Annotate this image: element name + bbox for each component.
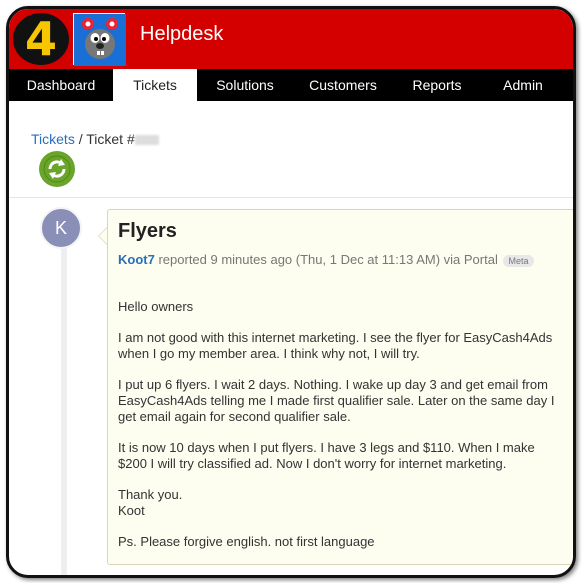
app-title: Helpdesk bbox=[140, 23, 224, 45]
app-window: 4 Helpdesk Dashboard Tickets Solutions C… bbox=[6, 6, 576, 578]
mascot-logo-icon bbox=[73, 13, 126, 66]
message-paragraph: Thank you. bbox=[118, 487, 183, 502]
main-nav: Dashboard Tickets Solutions Customers Re… bbox=[9, 69, 573, 101]
logo-text: 4 bbox=[24, 12, 57, 66]
ticket-number-redacted bbox=[134, 135, 159, 146]
nav-dashboard[interactable]: Dashboard bbox=[9, 69, 113, 101]
message-paragraph: I put up 6 flyers. I wait 2 days. Nothin… bbox=[118, 377, 555, 424]
message-paragraph: Hello owners bbox=[118, 299, 194, 314]
breadcrumb: Tickets / Ticket # bbox=[31, 131, 159, 147]
ticket-meta: Koot7 reported 9 minutes ago (Thu, 1 Dec… bbox=[118, 252, 534, 267]
message-paragraph: Koot bbox=[118, 503, 145, 518]
ticket-subject: Flyers bbox=[118, 220, 177, 242]
message-paragraph: I am not good with this internet marketi… bbox=[118, 330, 553, 361]
thread-divider bbox=[9, 197, 573, 198]
nav-customers[interactable]: Customers bbox=[293, 69, 393, 101]
refresh-icon[interactable] bbox=[39, 151, 75, 187]
nav-reports[interactable]: Reports bbox=[393, 69, 481, 101]
logo-4[interactable]: 4 bbox=[13, 13, 69, 65]
message-paragraph: It is now 10 days when I put flyers. I h… bbox=[118, 440, 535, 471]
message-paragraph: Ps. Please forgive english. not first la… bbox=[118, 534, 375, 549]
breadcrumb-tickets-link[interactable]: Tickets bbox=[31, 131, 75, 147]
meta-text: reported 9 minutes ago (Thu, 1 Dec at 11… bbox=[158, 252, 498, 267]
ticket-message: Flyers Koot7 reported 9 minutes ago (Thu… bbox=[107, 209, 573, 565]
avatar[interactable]: K bbox=[40, 207, 82, 249]
top-bar: 4 Helpdesk bbox=[9, 9, 573, 69]
breadcrumb-current: Ticket # bbox=[86, 131, 135, 147]
breadcrumb-separator: / bbox=[78, 131, 83, 147]
conversation-timeline bbox=[61, 227, 67, 575]
nav-admin[interactable]: Admin bbox=[481, 69, 565, 101]
author-link[interactable]: Koot7 bbox=[118, 252, 155, 267]
meta-badge[interactable]: Meta bbox=[503, 254, 534, 267]
nav-solutions[interactable]: Solutions bbox=[197, 69, 293, 101]
message-body: Hello owners I am not good with this int… bbox=[118, 299, 558, 565]
nav-tickets[interactable]: Tickets bbox=[113, 69, 197, 101]
note-pointer bbox=[98, 227, 107, 245]
